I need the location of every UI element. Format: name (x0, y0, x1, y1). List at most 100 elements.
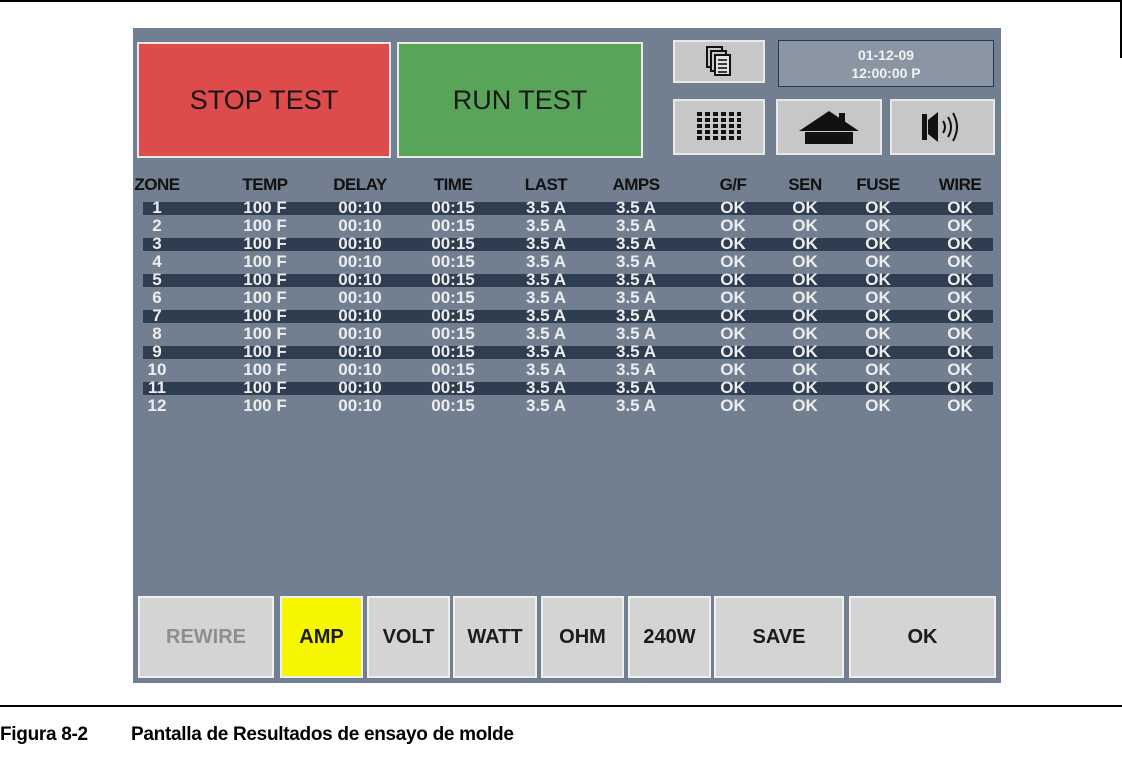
cell-amps: 3.5 A (615, 252, 657, 271)
cell-temp: 100 F (243, 396, 287, 415)
sound-button[interactable] (890, 99, 995, 155)
cell-wire: OK (947, 216, 973, 235)
figure-number: Figura 8-2 (0, 724, 88, 745)
cell-gf: OK (720, 270, 746, 289)
table-row: 4 100 F 00:10 00:15 3.5 A 3.5 A OK OK OK OK (133, 253, 1001, 270)
cell-temp: 100 F (243, 324, 287, 343)
cell-last: 3.5 A (525, 324, 567, 343)
cell-amps: 3.5 A (615, 288, 657, 307)
cell-temp: 100 F (243, 234, 287, 253)
cell-zone: 5 (152, 270, 162, 289)
rewire-label: REWIRE (166, 625, 246, 648)
cell-sen: OK (792, 216, 818, 235)
watt-tab[interactable]: WATT (453, 596, 537, 678)
stop-test-button[interactable]: STOP TEST (137, 42, 391, 158)
cell-sen: OK (792, 234, 818, 253)
table-row: 10 100 F 00:10 00:15 3.5 A 3.5 A OK OK OK OK (133, 361, 1001, 378)
cell-fuse: OK (865, 252, 891, 271)
cell-gf: OK (720, 198, 746, 217)
cell-fuse: OK (865, 378, 891, 397)
cell-last: 3.5 A (525, 198, 567, 217)
ok-label: OK (907, 625, 938, 648)
table-header: ZONE TEMP DELAY TIME LAST AMPS G/F SEN F… (133, 175, 1001, 195)
table-row: 11 100 F 00:10 00:15 3.5 A 3.5 A OK OK OK OK (133, 379, 1001, 396)
cell-zone: 10 (147, 360, 167, 379)
cell-last: 3.5 A (525, 378, 567, 397)
cell-sen: OK (792, 378, 818, 397)
cell-zone: 9 (152, 342, 162, 361)
cell-amps: 3.5 A (615, 360, 657, 379)
stop-test-label: STOP TEST (189, 84, 339, 115)
cell-delay: 00:10 (338, 216, 382, 235)
cell-zone: 6 (152, 288, 162, 307)
rewire-button[interactable]: REWIRE (138, 596, 274, 678)
cell-last: 3.5 A (525, 342, 567, 361)
ohm-tab[interactable]: OHM (541, 596, 624, 678)
cell-last: 3.5 A (525, 306, 567, 325)
cell-time: 00:15 (431, 396, 475, 415)
cell-time: 00:15 (431, 252, 475, 271)
column-header-time: TIME (433, 175, 473, 194)
table-row: 3 100 F 00:10 00:15 3.5 A 3.5 A OK OK OK OK (133, 235, 1001, 252)
run-test-label: RUN TEST (452, 84, 588, 115)
cell-delay: 00:10 (338, 360, 382, 379)
table-row: 8 100 F 00:10 00:15 3.5 A 3.5 A OK OK OK OK (133, 325, 1001, 342)
cell-sen: OK (792, 360, 818, 379)
bottom-toolbar: REWIRE AMP VOLT WATT OHM 240W SAVE OK (133, 596, 1001, 682)
table-row: 1 100 F 00:10 00:15 3.5 A 3.5 A OK OK OK OK (133, 199, 1001, 216)
cell-last: 3.5 A (525, 270, 567, 289)
copy-pages-icon (706, 45, 731, 76)
watt-label: WATT (467, 625, 523, 648)
home-button[interactable] (776, 99, 882, 155)
grid-keypad-icon (697, 112, 741, 140)
cell-time: 00:15 (431, 342, 475, 361)
copy-button[interactable] (673, 40, 765, 83)
save-label: SAVE (752, 625, 806, 648)
cell-gf: OK (720, 360, 746, 379)
cell-wire: OK (947, 342, 973, 361)
figure-caption-text: Pantalla de Resultados de ensayo de mold… (131, 724, 514, 745)
cell-amps: 3.5 A (615, 306, 657, 325)
figure-caption: Figura 8-2 Pantalla de Resultados de ensa… (0, 724, 514, 746)
cell-fuse: OK (865, 216, 891, 235)
cell-gf: OK (720, 234, 746, 253)
cell-time: 00:15 (431, 198, 475, 217)
keypad-button[interactable] (673, 99, 765, 155)
cell-zone: 11 (148, 378, 166, 397)
table-row: 5 100 F 00:10 00:15 3.5 A 3.5 A OK OK OK OK (133, 271, 1001, 288)
cell-wire: OK (947, 288, 973, 307)
cell-sen: OK (792, 324, 818, 343)
table-row: 2 100 F 00:10 00:15 3.5 A 3.5 A OK OK OK OK (133, 217, 1001, 234)
amp-tab[interactable]: AMP (280, 596, 363, 678)
save-button[interactable]: SAVE (714, 596, 844, 678)
top-rule (0, 0, 1122, 2)
ohm-label: OHM (559, 625, 606, 648)
cell-fuse: OK (865, 396, 891, 415)
cell-sen: OK (792, 396, 818, 415)
column-header-fuse: FUSE (856, 175, 900, 194)
cell-sen: OK (792, 288, 818, 307)
240w-tab[interactable]: 240W (628, 596, 711, 678)
cell-sen: OK (792, 342, 818, 361)
column-header-gf: G/F (719, 175, 747, 194)
column-header-wire: WIRE (938, 175, 982, 194)
test-results-screen: STOP TEST RUN TEST 01-12-09 12:00:00 P Z… (133, 28, 1001, 683)
cell-zone: 3 (152, 234, 162, 253)
cell-last: 3.5 A (525, 216, 567, 235)
cell-delay: 00:10 (338, 288, 382, 307)
cell-time: 00:15 (431, 234, 475, 253)
cell-amps: 3.5 A (615, 396, 657, 415)
run-test-button[interactable]: RUN TEST (397, 42, 643, 158)
cell-time: 00:15 (431, 270, 475, 289)
cell-wire: OK (947, 270, 973, 289)
column-header-sen: SEN (788, 175, 822, 194)
cell-sen: OK (792, 306, 818, 325)
cell-temp: 100 F (243, 252, 287, 271)
ok-button[interactable]: OK (849, 596, 996, 678)
home-icon (799, 111, 859, 144)
cell-gf: OK (720, 378, 746, 397)
cell-amps: 3.5 A (615, 198, 657, 217)
cell-gf: OK (720, 306, 746, 325)
volt-tab[interactable]: VOLT (367, 596, 450, 678)
table-row: 9 100 F 00:10 00:15 3.5 A 3.5 A OK OK OK OK (133, 343, 1001, 360)
